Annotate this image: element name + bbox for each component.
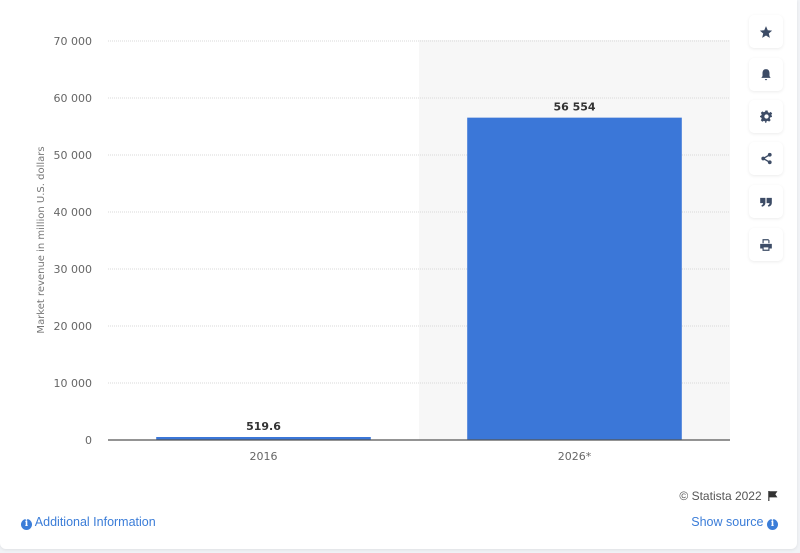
y-tick-label: 0 — [85, 434, 92, 447]
y-tick-label: 30 000 — [54, 263, 93, 276]
cite-button[interactable] — [749, 185, 783, 218]
favorite-button[interactable] — [749, 15, 783, 48]
share-button[interactable] — [749, 142, 783, 175]
additional-information-link[interactable]: i Additional Information — [21, 515, 156, 530]
settings-button[interactable] — [749, 100, 783, 133]
copyright: © Statista 2022 — [679, 489, 778, 503]
info-icon: i — [21, 519, 32, 530]
y-tick-label: 10 000 — [54, 377, 93, 390]
y-tick-label: 20 000 — [54, 320, 93, 333]
notification-button[interactable] — [749, 58, 783, 91]
x-tick-label: 2026* — [558, 450, 592, 463]
share-icon — [760, 152, 772, 165]
show-source-link[interactable]: Show source i — [691, 515, 778, 530]
quote-icon — [760, 197, 772, 207]
bell-icon — [761, 68, 771, 80]
bar-chart: 0 10 000 20 000 30 000 40 000 50 000 60 000 70 … — [36, 35, 730, 463]
y-tick-label: 50 000 — [54, 149, 93, 162]
y-tick-label: 40 000 — [54, 206, 93, 219]
x-tick-label: 2016 — [250, 450, 278, 463]
star-icon — [759, 25, 773, 38]
y-tick-label: 60 000 — [54, 92, 93, 105]
gear-icon — [759, 110, 772, 123]
copyright-text: © Statista 2022 — [679, 489, 762, 503]
info-icon: i — [767, 519, 778, 530]
show-source-label: Show source — [691, 515, 764, 529]
data-label: 56 554 — [553, 101, 595, 114]
flag-icon[interactable] — [768, 491, 778, 501]
data-label: 519.6 — [246, 420, 281, 433]
bar[interactable] — [467, 117, 682, 440]
print-icon — [760, 238, 772, 251]
additional-information-label: Additional Information — [34, 515, 156, 529]
y-axis-label: Market revenue in million U.S. dollars — [36, 146, 47, 333]
print-button[interactable] — [749, 228, 783, 261]
y-tick-label: 70 000 — [54, 35, 93, 48]
